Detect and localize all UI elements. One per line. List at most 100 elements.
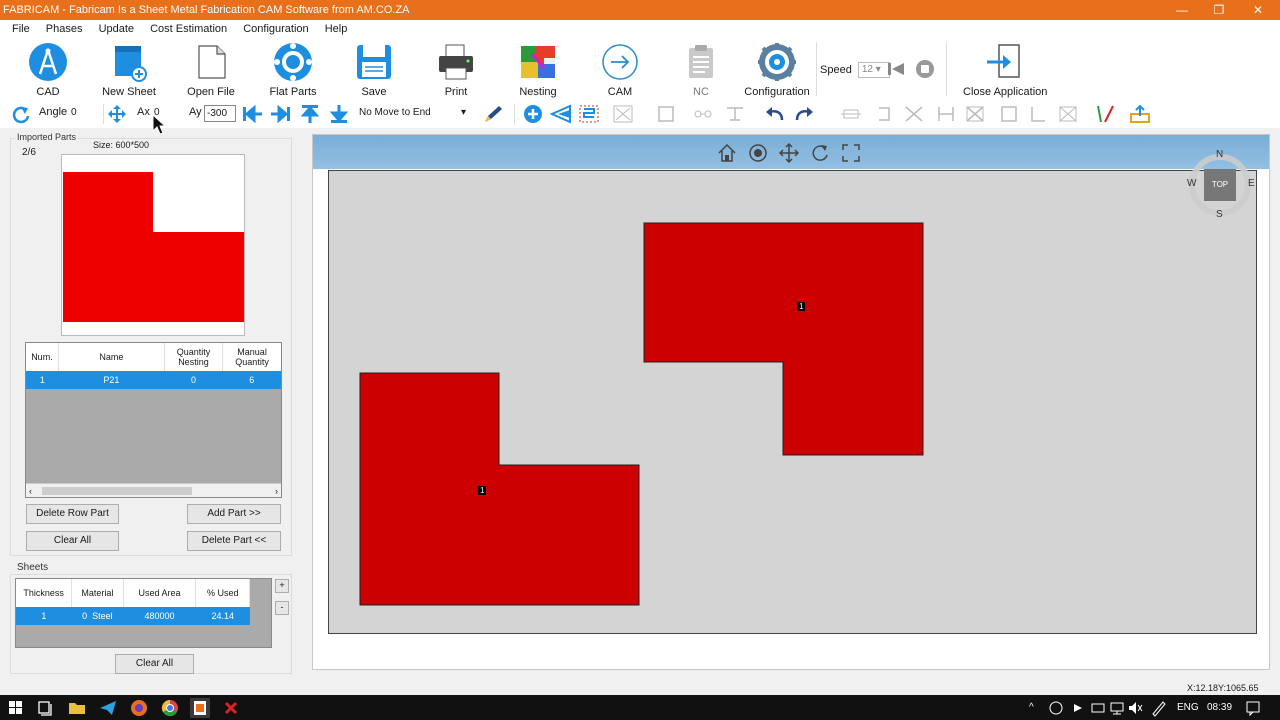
nesting-button[interactable]: Nesting — [498, 42, 578, 98]
cell-num[interactable]: 1 — [26, 371, 59, 389]
menu-cost-estimation[interactable]: Cost Estimation — [144, 20, 233, 38]
cell-used-area[interactable]: 480000 — [123, 607, 196, 625]
cell-used-pct[interactable]: 24.14 — [195, 607, 250, 625]
table-row[interactable]: 1 0 Steel 480000 24.14 — [16, 607, 250, 625]
network-icon[interactable] — [1107, 698, 1127, 718]
cell-name[interactable]: P21 — [58, 371, 165, 389]
redo-icon[interactable] — [793, 104, 815, 124]
arrow-right-icon[interactable] — [269, 104, 291, 124]
scroll-left-icon[interactable]: ‹ — [29, 484, 32, 498]
tool-disabled-icon[interactable] — [935, 104, 957, 124]
ay-input[interactable]: -300 — [204, 105, 236, 122]
compass-north[interactable]: N — [1216, 149, 1223, 160]
rotate-icon[interactable] — [10, 104, 32, 124]
angle-input[interactable]: 0 — [69, 105, 97, 122]
compass-west[interactable]: W — [1187, 178, 1196, 189]
delete-row-part-button[interactable]: Delete Row Part — [26, 504, 119, 524]
tool-disabled-icon[interactable] — [656, 104, 678, 124]
compass-south[interactable]: S — [1216, 209, 1223, 220]
tray-icon[interactable] — [1068, 698, 1088, 718]
pan-icon[interactable] — [778, 142, 800, 164]
undo-icon[interactable] — [764, 104, 786, 124]
column-header[interactable]: Material — [71, 579, 124, 607]
menu-help[interactable]: Help — [319, 20, 354, 38]
tool-disabled-icon[interactable] — [874, 104, 896, 124]
arrow-up-icon[interactable] — [299, 104, 321, 124]
tool-disabled-icon[interactable] — [840, 104, 862, 124]
tool-disabled-icon[interactable] — [964, 104, 986, 124]
steel-sheet[interactable]: 1 1 — [328, 170, 1257, 634]
cad-button[interactable]: CAD — [8, 42, 88, 98]
clear-all-parts-button[interactable]: Clear All — [26, 531, 119, 551]
column-header[interactable]: % Used — [195, 579, 250, 607]
compass-east[interactable]: E — [1248, 178, 1255, 189]
menu-update[interactable]: Update — [93, 20, 140, 38]
tool-disabled-icon[interactable] — [1027, 104, 1049, 124]
tray-icon[interactable] — [1088, 698, 1108, 718]
menu-phases[interactable]: Phases — [40, 20, 89, 38]
telegram-icon[interactable] — [98, 698, 118, 718]
move-icon[interactable] — [106, 104, 128, 124]
pen-icon[interactable] — [482, 104, 504, 124]
scroll-right-icon[interactable]: › — [275, 484, 278, 498]
arrow-left-icon[interactable] — [242, 104, 264, 124]
orbit-icon[interactable] — [748, 143, 768, 163]
add-sheet-button[interactable]: + — [275, 579, 289, 593]
cell-qty-nesting[interactable]: 0 — [164, 371, 223, 389]
cell-manual-qty[interactable]: 6 — [222, 371, 281, 389]
menu-configuration[interactable]: Configuration — [237, 20, 314, 38]
horizontal-scrollbar[interactable]: ‹ › — [26, 483, 281, 497]
language-indicator[interactable]: ENG — [1177, 695, 1199, 720]
chrome-icon[interactable] — [160, 698, 180, 718]
close-application-button[interactable]: Close Application — [963, 42, 1047, 98]
menu-file[interactable]: File — [6, 20, 36, 38]
fit-view-icon[interactable] — [841, 143, 861, 163]
mirror-icon[interactable] — [549, 104, 572, 124]
file-explorer-icon[interactable] — [67, 698, 87, 718]
add-circle-icon[interactable] — [522, 104, 544, 124]
table-row[interactable]: 1 P21 0 6 — [26, 371, 281, 389]
nc-button[interactable]: NC — [661, 42, 741, 98]
open-file-button[interactable]: Open File — [171, 42, 251, 98]
add-part-button[interactable]: Add Part >> — [187, 504, 281, 524]
close-window-button[interactable]: ✕ — [1238, 0, 1278, 20]
flat-parts-button[interactable]: Flat Parts — [253, 42, 333, 98]
clear-all-sheets-button[interactable]: Clear All — [115, 654, 194, 674]
tool-disabled-icon[interactable] — [998, 104, 1020, 124]
cell-thickness[interactable]: 1 — [16, 607, 72, 625]
notifications-icon[interactable] — [1243, 698, 1263, 718]
configuration-button[interactable]: Configuration — [737, 42, 817, 98]
clock[interactable]: 08:39 — [1207, 695, 1232, 720]
stop-icon[interactable] — [914, 59, 936, 79]
tool-disabled-icon[interactable] — [1057, 104, 1079, 124]
volume-icon[interactable] — [1126, 698, 1146, 718]
export-icon[interactable] — [1129, 104, 1151, 124]
cam-button[interactable]: CAM — [580, 42, 660, 98]
maximize-button[interactable]: ❐ — [1199, 0, 1239, 20]
nested-part[interactable] — [643, 222, 924, 456]
skip-back-icon[interactable] — [886, 60, 906, 78]
windows-start-icon[interactable] — [6, 698, 26, 718]
show-hidden-icons[interactable]: ^ — [1029, 695, 1034, 720]
home-icon[interactable] — [717, 143, 737, 163]
nested-part[interactable] — [359, 372, 640, 606]
fabricam-taskbar-icon[interactable] — [190, 698, 210, 718]
tool-disabled-icon[interactable] — [903, 104, 925, 124]
view-top-face[interactable]: TOP — [1204, 169, 1236, 201]
tool-disabled-icon[interactable] — [692, 104, 714, 124]
column-header[interactable]: Manual Quantity — [222, 343, 281, 371]
minimize-button[interactable]: — — [1162, 0, 1202, 20]
column-header[interactable]: Used Area — [123, 579, 197, 607]
remove-sheet-button[interactable]: - — [275, 601, 289, 615]
column-header[interactable]: Thickness — [16, 579, 73, 607]
nc-disabled-icon[interactable] — [612, 104, 634, 124]
print-button[interactable]: Print — [416, 42, 496, 98]
app-taskbar-icon[interactable] — [221, 698, 241, 718]
column-header[interactable]: Quantity Nesting — [164, 343, 224, 371]
arrow-down-icon[interactable] — [328, 104, 350, 124]
save-button[interactable]: Save — [334, 42, 414, 98]
move-mode-select[interactable]: No Move to End ▾ — [357, 105, 469, 122]
column-header[interactable]: Num. — [26, 343, 59, 371]
cell-material[interactable]: 0 Steel — [71, 607, 124, 625]
scrollbar-thumb[interactable] — [42, 487, 192, 495]
